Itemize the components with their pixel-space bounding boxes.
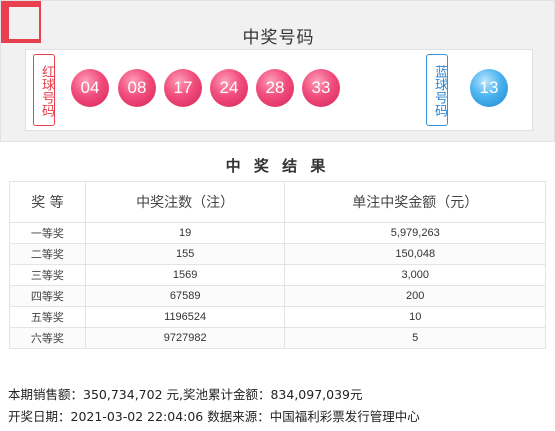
red-ball: 33	[302, 69, 340, 107]
prize-level: 六等奖	[9, 327, 86, 349]
table-row: 二等奖 155 150,048	[9, 243, 546, 265]
prize-level: 三等奖	[9, 264, 86, 286]
results-title: 中 奖 结 果	[225, 157, 330, 175]
table-row: 五等奖 1196524 10	[9, 306, 546, 328]
table-header-row: 奖 等 中奖注数（注） 单注中奖金额（元）	[9, 181, 546, 223]
blue-ball-label: 蓝球号码	[426, 54, 448, 126]
winner-count: 9727982	[84, 327, 286, 349]
prize-amount: 200	[284, 285, 546, 307]
prize-amount: 5	[284, 327, 546, 349]
red-ball-label: 红球号码	[33, 54, 55, 126]
winner-count: 19	[84, 222, 286, 244]
red-ball: 24	[210, 69, 248, 107]
prize-table: 奖 等 中奖注数（注） 单注中奖金额（元） 一等奖 19 5,979,263 二…	[9, 181, 546, 349]
prize-level: 四等奖	[9, 285, 86, 307]
prize-level: 二等奖	[9, 243, 86, 265]
winner-count: 1569	[84, 264, 286, 286]
header-level: 奖 等	[9, 181, 86, 223]
table-row: 四等奖 67589 200	[9, 285, 546, 307]
header-count: 中奖注数（注）	[84, 181, 286, 223]
winning-numbers-title: 中奖号码	[242, 28, 315, 48]
table-row: 六等奖 9727982 5	[9, 327, 546, 349]
prize-amount: 3,000	[284, 264, 546, 286]
sales-summary: 本期销售额：350,734,702 元,奖池累计金额：834,097,039元	[8, 387, 363, 402]
winner-count: 1196524	[84, 306, 286, 328]
prize-amount: 10	[284, 306, 546, 328]
winner-count: 67589	[84, 285, 286, 307]
winner-count: 155	[84, 243, 286, 265]
header-amount: 单注中奖金额（元）	[284, 181, 546, 223]
prize-level: 五等奖	[9, 306, 86, 328]
table-row: 三等奖 1569 3,000	[9, 264, 546, 286]
red-ball: 08	[118, 69, 156, 107]
winning-numbers-panel: 中奖号码 红球号码 04 08 17 24 28 33 蓝球号码 13	[0, 0, 555, 142]
prize-level: 一等奖	[9, 222, 86, 244]
red-ball: 17	[164, 69, 202, 107]
draw-info: 开奖日期：2021-03-02 22:04:06 数据来源：中国福利彩票发行管理…	[8, 409, 420, 424]
prize-amount: 5,979,263	[284, 222, 546, 244]
blue-ball: 13	[470, 69, 508, 107]
table-row: 一等奖 19 5,979,263	[9, 222, 546, 244]
red-ball: 04	[71, 69, 109, 107]
red-ball: 28	[256, 69, 294, 107]
balls-box: 红球号码 04 08 17 24 28 33 蓝球号码 13	[25, 49, 533, 131]
prize-amount: 150,048	[284, 243, 546, 265]
